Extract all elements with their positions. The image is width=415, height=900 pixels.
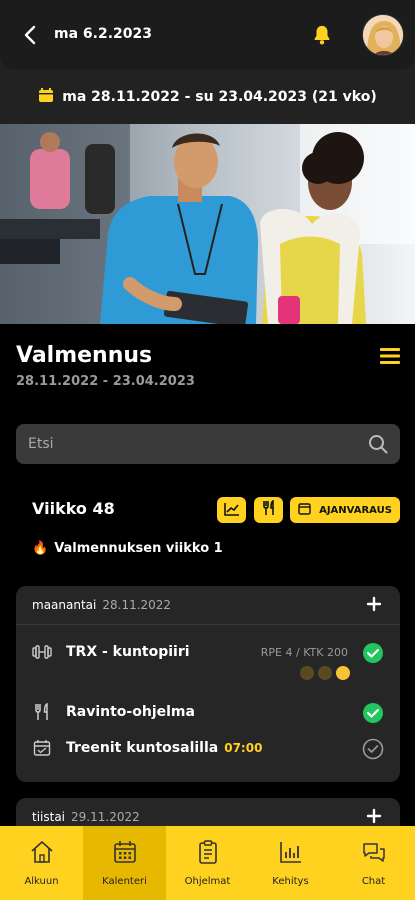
day-card: maanantai 28.11.2022 TRX - kuntopiiri RP… — [16, 586, 400, 782]
progress-chart-button[interactable] — [217, 497, 246, 523]
check-pending-icon[interactable] — [362, 738, 384, 760]
nav-item-home[interactable]: Alkuun — [0, 826, 83, 900]
day-name: tiistai — [32, 810, 66, 824]
face-icon — [318, 666, 332, 680]
day-header: maanantai 28.11.2022 — [32, 598, 171, 612]
booking-button[interactable]: AJANVARAUS — [290, 497, 400, 523]
search-input[interactable] — [28, 424, 348, 464]
calendar-icon — [38, 87, 54, 107]
calendar-icon — [32, 738, 52, 758]
utensils-icon — [262, 499, 276, 520]
day-header: tiistai 29.11.2022 — [32, 810, 140, 824]
search-bar — [16, 424, 400, 464]
back-icon[interactable] — [18, 22, 42, 48]
nav-item-chat[interactable]: Chat — [332, 826, 415, 900]
item-title: Ravinto-ohjelma — [66, 704, 195, 720]
week-theme-text: Valmennuksen viikko 1 — [54, 541, 223, 556]
nav-item-progress[interactable]: Kehitys — [249, 826, 332, 900]
nav-label: Kehitys — [272, 876, 309, 887]
hero-image — [0, 124, 415, 324]
face-icon — [300, 666, 314, 680]
program-title: Valmennus — [16, 343, 153, 368]
nutrition-button[interactable] — [254, 497, 283, 523]
face-icon — [336, 666, 350, 680]
home-icon — [29, 839, 55, 868]
bell-icon[interactable] — [311, 24, 333, 46]
nav-label: Alkuun — [24, 876, 59, 887]
list-item[interactable]: TRX - kuntopiiri — [32, 642, 190, 662]
nav-label: Ohjelmat — [184, 876, 231, 887]
top-bar: ma 6.2.2023 — [0, 0, 415, 70]
period-range: ma 28.11.2022 - su 23.04.2023 (21 vko) — [62, 89, 377, 105]
nav-label: Kalenteri — [102, 876, 147, 887]
day-date: 29.11.2022 — [71, 810, 140, 824]
list-item[interactable]: Treenit kuntosalilla 07:00 — [32, 738, 262, 758]
day-date: 28.11.2022 — [102, 598, 172, 612]
booking-label: AJANVARAUS — [319, 504, 392, 516]
nav-item-calendar[interactable]: Kalenteri — [83, 826, 166, 900]
chart-icon — [223, 501, 240, 520]
rating-faces — [300, 666, 350, 680]
calendar-icon — [298, 502, 311, 518]
rpe-label: RPE 4 / KTK 200 — [260, 646, 348, 659]
fire-icon: 🔥 — [32, 541, 49, 556]
check-done-icon[interactable] — [362, 642, 384, 664]
nav-label: Chat — [361, 876, 386, 887]
program-dates: 28.11.2022 - 23.04.2023 — [16, 374, 195, 389]
nav-item-programs[interactable]: Ohjelmat — [166, 826, 249, 900]
week-theme: 🔥 Valmennuksen viikko 1 — [32, 541, 223, 556]
item-title: Treenit kuntosalilla — [66, 740, 219, 756]
clipboard-icon — [195, 839, 221, 868]
divider — [16, 624, 400, 625]
bottom-nav: Alkuun Kalenteri Ohjelmat Kehitys Chat — [0, 826, 415, 900]
search-icon[interactable] — [368, 434, 388, 454]
day-name: maanantai — [32, 598, 97, 612]
check-done-icon[interactable] — [362, 702, 384, 724]
calendar-icon — [112, 839, 138, 868]
item-title: TRX - kuntopiiri — [66, 644, 190, 660]
current-date[interactable]: ma 6.2.2023 — [54, 26, 152, 42]
bar-chart-icon — [278, 839, 304, 868]
add-icon[interactable] — [366, 808, 382, 824]
utensils-icon — [32, 702, 52, 722]
item-time: 07:00 — [224, 741, 263, 755]
add-icon[interactable] — [366, 596, 382, 612]
chat-icon — [361, 839, 387, 868]
avatar[interactable] — [362, 14, 404, 56]
week-label: Viikko 48 — [32, 499, 115, 518]
menu-icon[interactable] — [380, 347, 400, 365]
dumbbell-icon — [32, 642, 52, 662]
list-item[interactable]: Ravinto-ohjelma — [32, 702, 195, 722]
